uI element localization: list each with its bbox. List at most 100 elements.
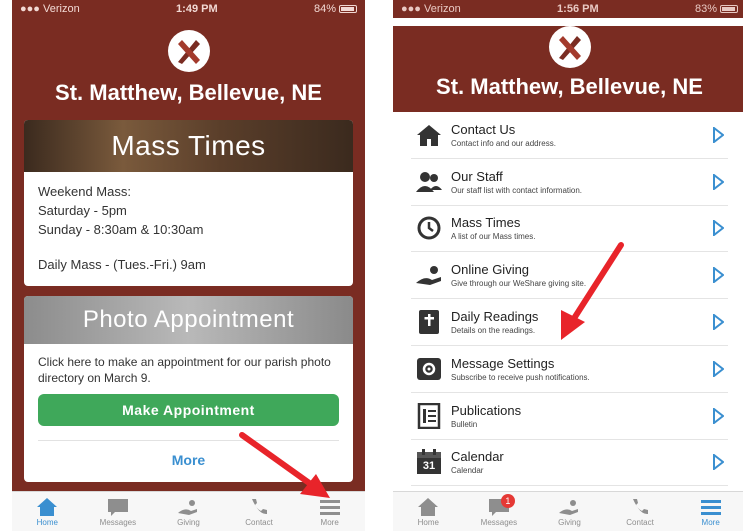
tab-contact[interactable]: Contact: [224, 492, 295, 531]
chevron-right-icon: [713, 407, 724, 424]
menu-item-title: Message Settings: [451, 355, 555, 371]
page-title: St. Matthew, Bellevue, NE: [436, 74, 703, 99]
mass-line: Saturday - 5pm: [38, 203, 127, 218]
tab-label: Contact: [245, 518, 273, 527]
mass-times-banner: Mass Times: [24, 120, 353, 172]
tab-giving[interactable]: Giving: [153, 492, 224, 531]
app-header: St. Matthew, Bellevue, NE: [393, 26, 743, 120]
chevron-right-icon: [713, 267, 724, 284]
tab-messages[interactable]: Messages: [83, 492, 154, 531]
mass-times-body: Weekend Mass: Saturday - 5pm Sunday - 8:…: [24, 172, 353, 286]
menu-item-title: Daily Readings: [451, 309, 539, 325]
bible-icon: [419, 310, 439, 335]
tab-label: Messages: [99, 518, 137, 527]
mass-times-card[interactable]: Mass Times Weekend Mass: Saturday - 5pm …: [24, 120, 353, 286]
menu-item-title: Mass Times: [451, 215, 521, 231]
unread-badge: 1: [500, 494, 515, 508]
clock: 1:49 PM: [176, 3, 218, 15]
tab-label: More: [320, 518, 339, 527]
more-menu-list: Contact Us Contact info and our address. …: [393, 112, 743, 491]
tab-label: Home: [417, 518, 439, 527]
phone-icon: [633, 499, 649, 515]
tab-bar: Home Messages Giving Contact More: [12, 491, 365, 531]
menu-item-calendar[interactable]: 31 Calendar Calendar: [411, 440, 728, 487]
menu-icon: [319, 500, 340, 515]
menu-item-online-giving[interactable]: Online Giving Give through our WeShare gi…: [411, 252, 728, 300]
tab-label: Home: [36, 518, 58, 527]
mass-line: Sunday - 8:30am & 10:30am: [38, 222, 204, 237]
gear-icon: [417, 357, 441, 380]
photo-appointment-text: Click here to make an appointment for ou…: [38, 355, 331, 385]
giving-icon: [559, 500, 579, 515]
menu-item-subtitle: Subscribe to receive push notifications.: [451, 372, 590, 382]
menu-icon: [700, 500, 721, 515]
menu-item-subtitle: A list of our Mass times.: [451, 232, 536, 242]
church-icon: [417, 124, 441, 146]
photo-appointment-banner: Photo Appointment: [24, 296, 353, 344]
menu-item-title: Calendar: [451, 449, 504, 465]
tab-label: Giving: [177, 518, 200, 527]
home-icon: [37, 498, 58, 516]
status-bar: ●●● Verizon 1:56 PM 83%: [393, 0, 743, 18]
tab-label: Contact: [626, 518, 654, 527]
chevron-right-icon: [713, 220, 724, 237]
people-icon: [416, 171, 442, 192]
mass-line: Weekend Mass:: [38, 184, 131, 199]
carrier-label: ●●● Verizon: [20, 3, 80, 15]
menu-item-title: Publications: [451, 402, 522, 418]
tab-home[interactable]: Home: [393, 492, 464, 531]
clock-icon: [417, 216, 441, 240]
phone-screen-home: ●●● Verizon 1:49 PM 84% St. Matthew, Bel…: [12, 0, 365, 531]
make-appointment-button[interactable]: Make Appointment: [38, 394, 339, 426]
photo-appointment-body: Click here to make an appointment for ou…: [24, 344, 353, 482]
tab-label: Messages: [480, 518, 518, 527]
home-feed[interactable]: Mass Times Weekend Mass: Saturday - 5pm …: [12, 120, 365, 491]
menu-item-subtitle: Contact info and our address.: [451, 138, 556, 148]
home-icon: [418, 498, 439, 516]
chevron-right-icon: [713, 126, 724, 143]
tab-home[interactable]: Home: [12, 492, 83, 531]
phone-icon: [252, 499, 268, 515]
more-link[interactable]: More: [38, 440, 339, 470]
tab-bar: Home 1 Messages Giving Contact More: [393, 491, 743, 531]
tab-giving[interactable]: Giving: [534, 492, 605, 531]
menu-item-subtitle: Give through our WeShare giving site.: [451, 279, 587, 289]
tab-contact[interactable]: Contact: [605, 492, 676, 531]
chevron-right-icon: [713, 173, 724, 190]
status-bar: ●●● Verizon 1:49 PM 84%: [12, 0, 365, 18]
tab-label: More: [701, 518, 720, 527]
publication-icon: [417, 402, 441, 429]
menu-item-mass-times[interactable]: Mass Times A list of our Mass times.: [411, 206, 728, 253]
battery-icon: [720, 5, 738, 13]
daily-mass-line: Daily Mass - (Tues.-Fri.) 9am: [38, 257, 206, 272]
battery-icon: [339, 5, 357, 13]
photo-appointment-card: Photo Appointment Click here to make an …: [24, 296, 353, 482]
giving-icon: [178, 500, 198, 515]
battery-status: 83%: [695, 3, 738, 15]
church-logo-icon: [548, 26, 591, 68]
menu-item-daily-readings[interactable]: Daily Readings Details on the readings.: [411, 299, 728, 346]
chevron-right-icon: [713, 360, 724, 377]
menu-item-subtitle: Bulletin: [451, 419, 478, 429]
message-icon: [107, 499, 128, 516]
menu-item-subtitle: Our staff list with contact information.: [451, 185, 583, 195]
carrier-label: ●●● Verizon: [401, 3, 461, 15]
menu-item-title: Our Staff: [451, 168, 503, 184]
church-logo-icon: [167, 30, 210, 72]
app-header: St. Matthew, Bellevue, NE: [12, 30, 365, 122]
menu-item-our-staff[interactable]: Our Staff Our staff list with contact inf…: [411, 159, 728, 206]
tab-more[interactable]: More: [675, 492, 743, 531]
chevron-right-icon: [713, 314, 724, 331]
menu-item-title: Contact Us: [451, 121, 516, 137]
menu-item-message-settings[interactable]: Message Settings Subscribe to receive pus…: [411, 346, 728, 393]
calendar-day: 31: [422, 460, 436, 473]
menu-item-title: Online Giving: [451, 262, 530, 278]
tab-more[interactable]: More: [294, 492, 365, 531]
tab-messages[interactable]: 1 Messages: [464, 492, 535, 531]
chevron-right-icon: [713, 454, 724, 471]
menu-item-contact-us[interactable]: Contact Us Contact info and our address.: [411, 112, 728, 159]
giving-icon: [416, 266, 441, 286]
menu-item-subtitle: Details on the readings.: [451, 326, 536, 336]
clock: 1:56 PM: [557, 3, 599, 15]
menu-item-publications[interactable]: Publications Bulletin: [411, 393, 728, 440]
